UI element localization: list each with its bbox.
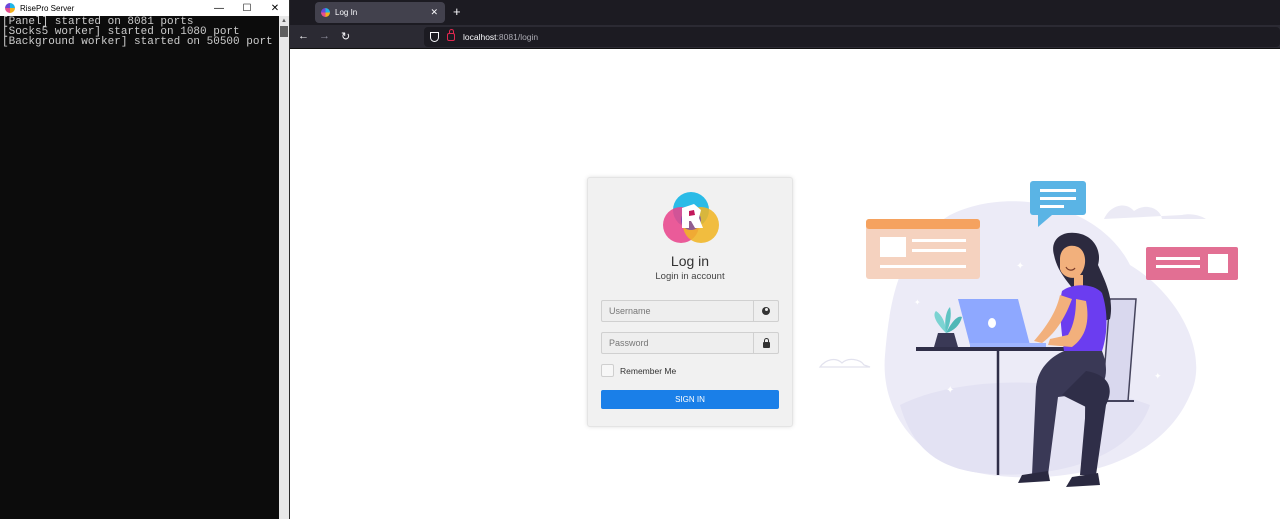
risepro-logo bbox=[663, 192, 719, 243]
svg-text:✦: ✦ bbox=[914, 298, 921, 307]
url-path: :8081/login bbox=[496, 32, 539, 42]
password-input[interactable] bbox=[602, 333, 753, 353]
svg-text:✦: ✦ bbox=[946, 385, 954, 396]
username-addon bbox=[753, 301, 778, 321]
tab-title: Log In bbox=[335, 8, 358, 17]
scroll-thumb[interactable] bbox=[280, 26, 288, 37]
console-line: [Background worker] started on 50500 por… bbox=[2, 36, 273, 48]
console-output: [Panel] started on 8081 ports [Socks5 wo… bbox=[0, 16, 280, 519]
url-host: localhost bbox=[463, 32, 497, 42]
sign-in-button[interactable]: SIGN IN bbox=[601, 390, 779, 409]
svg-text:✦: ✦ bbox=[1154, 372, 1162, 382]
console-title: RisePro Server bbox=[20, 3, 75, 13]
forward-button[interactable]: → bbox=[319, 30, 330, 42]
url-text[interactable]: localhost:8081/login bbox=[463, 32, 538, 42]
new-tab-button[interactable]: + bbox=[453, 4, 461, 19]
password-group bbox=[601, 332, 779, 354]
username-group bbox=[601, 300, 779, 322]
login-subtitle: Login in account bbox=[655, 271, 725, 282]
url-bar[interactable]: localhost:8081/login bbox=[424, 27, 1280, 47]
back-button[interactable]: ← bbox=[298, 30, 309, 42]
browser-window: Log In ✕ + ← → ↻ localhost:8081/login Lo… bbox=[290, 0, 1280, 519]
remember-me[interactable]: Remember Me bbox=[601, 364, 676, 377]
username-input[interactable] bbox=[602, 301, 753, 321]
tab-close-icon[interactable]: ✕ bbox=[430, 7, 438, 18]
lock-icon[interactable] bbox=[447, 29, 455, 41]
minimize-button[interactable]: — bbox=[205, 0, 233, 16]
console-scrollbar[interactable]: ▲ bbox=[279, 16, 289, 519]
nav-toolbar: ← → ↻ localhost:8081/login bbox=[290, 25, 1280, 49]
login-title: Log in bbox=[670, 253, 710, 269]
page-content: Log in Login in account Remember Me SIGN… bbox=[290, 49, 1280, 519]
remember-label: Remember Me bbox=[620, 365, 677, 376]
tab-login[interactable]: Log In ✕ bbox=[315, 2, 445, 23]
padlock-icon bbox=[762, 337, 770, 348]
login-illustration: ✦ ✦ ✦ ✦ bbox=[818, 181, 1238, 487]
user-icon bbox=[762, 307, 770, 315]
login-card: Log in Login in account Remember Me SIGN… bbox=[587, 177, 793, 427]
tab-bar: Log In ✕ + bbox=[290, 0, 1280, 25]
scroll-up-icon[interactable]: ▲ bbox=[279, 16, 289, 26]
window-controls: — ☐ ✕ bbox=[205, 0, 289, 16]
remember-checkbox[interactable] bbox=[601, 364, 614, 377]
console-window: RisePro Server — ☐ ✕ [Panel] started on … bbox=[0, 0, 290, 519]
svg-text:✦: ✦ bbox=[1016, 261, 1024, 272]
shield-icon[interactable] bbox=[430, 32, 439, 42]
maximize-button[interactable]: ☐ bbox=[233, 0, 261, 16]
favicon-icon bbox=[321, 8, 330, 17]
password-addon bbox=[753, 333, 778, 353]
console-titlebar[interactable]: RisePro Server — ☐ ✕ bbox=[0, 0, 289, 16]
reload-button[interactable]: ↻ bbox=[341, 30, 350, 43]
close-button[interactable]: ✕ bbox=[261, 0, 289, 16]
app-icon bbox=[5, 3, 15, 13]
